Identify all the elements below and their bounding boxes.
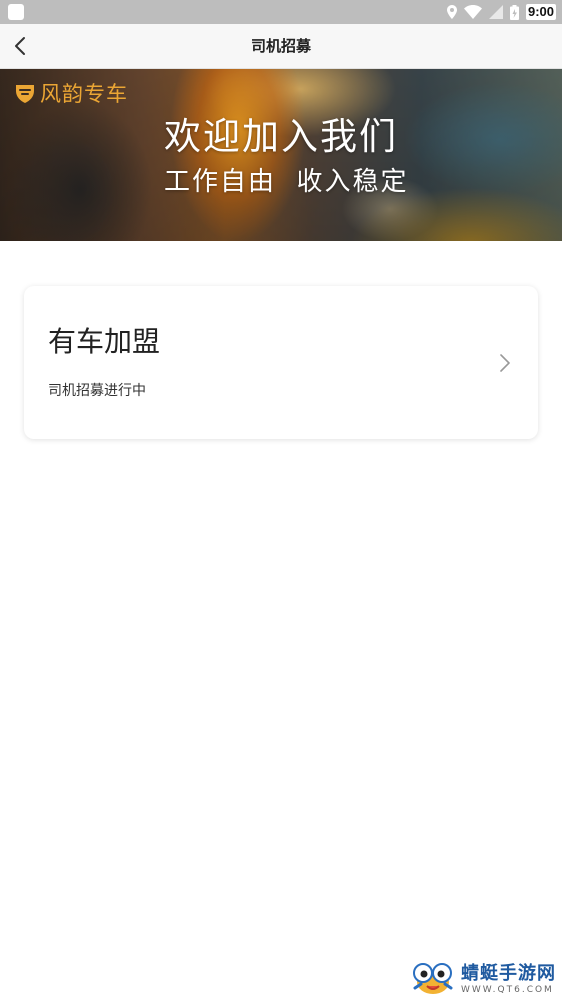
- page-title: 司机招募: [250, 37, 311, 55]
- signal-icon: [488, 5, 503, 19]
- watermark-text: 蜻蜓手游网 WWW.QT6.COM: [461, 963, 556, 996]
- banner: 风韵专车 欢迎加入我们 工作自由 收入稳定: [0, 69, 562, 241]
- join-with-car-card[interactable]: 有车加盟 司机招募进行中: [24, 286, 538, 439]
- location-icon: [446, 5, 457, 19]
- back-button[interactable]: [6, 32, 34, 60]
- card-title: 有车加盟: [48, 325, 161, 358]
- chevron-right-icon: [500, 354, 510, 372]
- watermark-name: 蜻蜓手游网: [461, 962, 556, 984]
- watermark: 蜻蜓手游网 WWW.QT6.COM: [411, 962, 556, 996]
- watermark-url: WWW.QT6.COM: [461, 984, 554, 995]
- battery-icon: [509, 4, 519, 20]
- banner-headline: 欢迎加入我们: [164, 115, 398, 158]
- banner-subline: 工作自由 收入稳定: [164, 167, 409, 197]
- status-bar: 9:00: [0, 0, 562, 24]
- shield-logo-icon: [16, 85, 34, 103]
- cartoon-mascot-logo: [413, 963, 453, 994]
- wifi-icon: [463, 5, 482, 19]
- status-time: 9:00: [525, 4, 556, 20]
- card-subtitle: 司机招募进行中: [48, 383, 146, 399]
- app-icon: [8, 4, 24, 20]
- status-icons: 9:00: [446, 0, 556, 24]
- brand-name: 风韵专车: [40, 82, 128, 106]
- chevron-left-icon: [15, 37, 25, 55]
- brand: 风韵专车: [14, 78, 128, 108]
- nav-bar: 司机招募: [0, 24, 562, 69]
